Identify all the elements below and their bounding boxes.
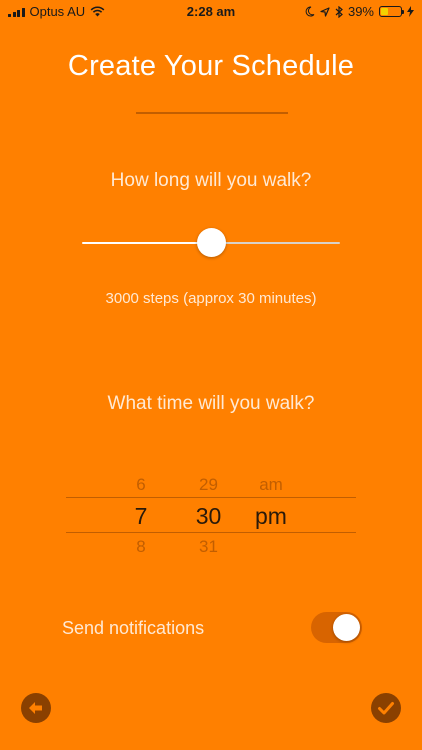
status-bar: Optus AU 2:28 am 39% bbox=[0, 0, 422, 24]
minute-next[interactable]: 31 bbox=[181, 532, 236, 562]
arrow-left-icon bbox=[29, 702, 42, 714]
confirm-button[interactable] bbox=[371, 693, 401, 723]
battery-icon bbox=[379, 6, 404, 17]
slider-thumb[interactable] bbox=[196, 228, 226, 257]
charging-icon bbox=[407, 6, 414, 17]
hour-next[interactable]: 8 bbox=[116, 532, 166, 562]
status-right: 39% bbox=[305, 4, 414, 19]
location-icon bbox=[320, 6, 330, 17]
hour-selected[interactable]: 7 bbox=[116, 500, 166, 532]
back-button[interactable] bbox=[21, 693, 51, 723]
walk-length-summary: 3000 steps (approx 30 minutes) bbox=[105, 290, 317, 307]
walk-time-question: What time will you walk? bbox=[107, 393, 315, 414]
notifications-toggle[interactable] bbox=[311, 612, 362, 643]
walk-length-question: How long will you walk? bbox=[110, 170, 312, 191]
period-wheel[interactable]: am pm bbox=[246, 470, 296, 562]
minute-wheel[interactable]: 29 30 31 bbox=[181, 470, 236, 562]
time-picker[interactable]: 6 7 8 29 30 31 am pm bbox=[66, 470, 356, 560]
hour-wheel[interactable]: 6 7 8 bbox=[116, 470, 166, 562]
period-next[interactable] bbox=[246, 532, 296, 562]
period-selected[interactable]: pm bbox=[246, 500, 296, 532]
slider-track-filled bbox=[82, 242, 211, 244]
bluetooth-icon bbox=[335, 5, 343, 18]
checkmark-icon bbox=[378, 702, 394, 715]
toggle-knob bbox=[333, 614, 360, 641]
minute-prev[interactable]: 29 bbox=[181, 470, 236, 500]
notifications-label: Send notifications bbox=[62, 618, 205, 638]
walk-length-slider[interactable] bbox=[82, 228, 340, 258]
slider-track-empty bbox=[211, 242, 340, 244]
page-title: Create Your Schedule bbox=[67, 50, 355, 82]
period-prev[interactable]: am bbox=[246, 470, 296, 500]
title-divider bbox=[136, 112, 288, 114]
hour-prev[interactable]: 6 bbox=[116, 470, 166, 500]
moon-icon bbox=[305, 6, 315, 17]
battery-percent: 39% bbox=[347, 4, 374, 19]
minute-selected[interactable]: 30 bbox=[181, 500, 236, 532]
